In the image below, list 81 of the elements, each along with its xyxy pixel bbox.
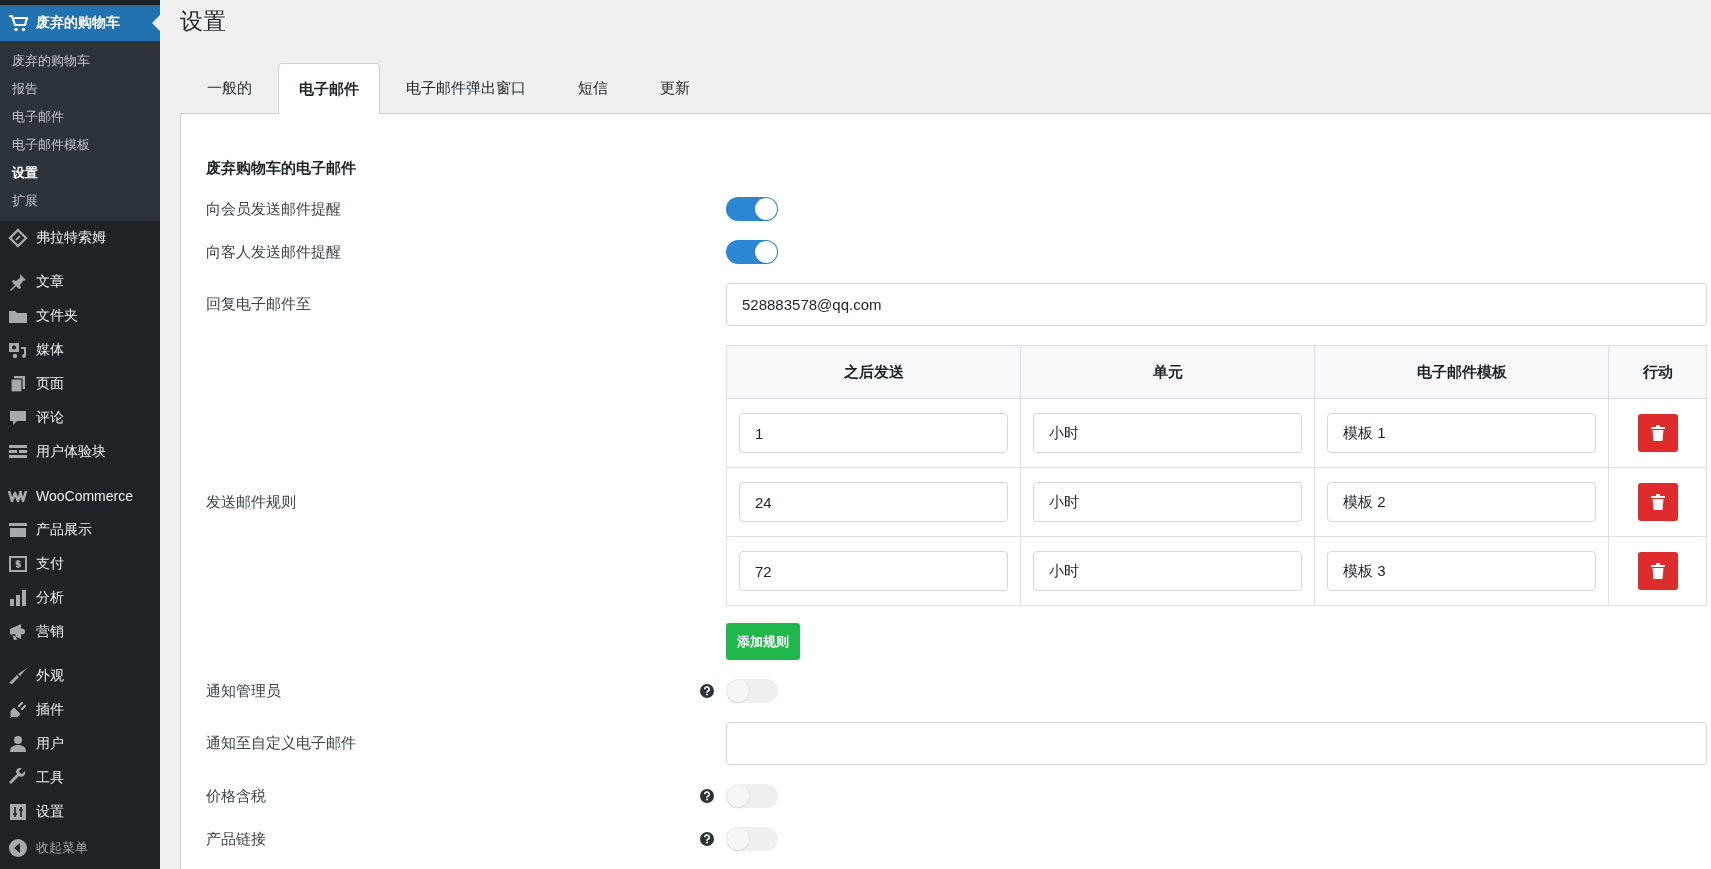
column-header: 电子邮件模板 (1314, 345, 1609, 399)
sidebar-menu-item[interactable]: 评论 (0, 401, 160, 435)
sidebar-menu-item[interactable]: 营销 (0, 615, 160, 649)
delete-button[interactable] (1637, 552, 1678, 590)
section-heading: 废弃购物车的电子邮件 (206, 158, 356, 178)
submenu-item[interactable]: 废弃的购物车 (0, 47, 160, 75)
settings-tab[interactable]: 电子邮件 (278, 63, 380, 114)
template-field[interactable]: 模板 3 (1327, 551, 1596, 591)
template-field[interactable]: 模板 2 (1327, 482, 1596, 522)
template-field[interactable]: 模板 1 (1327, 413, 1596, 453)
sidebar-menu-item[interactable]: WooCommerce (0, 479, 160, 513)
user-icon (8, 734, 28, 754)
paintbrush-icon (8, 666, 28, 686)
comment-icon (8, 408, 28, 428)
trash-icon (1650, 563, 1665, 579)
cart-icon (8, 13, 28, 33)
toggle-switch[interactable] (726, 784, 778, 808)
sidebar-menu-item[interactable]: 产品展示 (0, 513, 160, 547)
sidebar-menu-item[interactable]: 媒体 (0, 333, 160, 367)
email-field[interactable]: 528883578@qq.com (726, 283, 1707, 326)
sidebar-menu-item[interactable]: 弗拉特索姆 (0, 221, 160, 255)
sidebar-menu-item[interactable]: 外观 (0, 659, 160, 693)
sidebar-menu-item[interactable]: 用户体验块 (0, 435, 160, 469)
submenu-item[interactable]: 电子邮件 (0, 103, 160, 131)
column-header: 单元 (1020, 345, 1315, 399)
column-header: 之后发送 (726, 345, 1021, 399)
column-header: 行动 (1608, 345, 1707, 399)
submenu-item[interactable]: 报告 (0, 75, 160, 103)
collapse-menu-button[interactable]: 收起菜单 (0, 831, 160, 865)
delay-field[interactable]: 72 (739, 551, 1008, 591)
settings-tab[interactable]: 一般的 (181, 63, 278, 113)
toggle-switch[interactable] (726, 679, 778, 703)
pages-icon (8, 374, 28, 394)
setting-label: 通知至自定义电子邮件 (206, 734, 356, 753)
settings-tab[interactable]: 电子邮件弹出窗口 (380, 63, 552, 113)
setting-label: 发送邮件规则 (206, 493, 296, 512)
sidebar-menu-item[interactable]: 支付 (0, 547, 160, 581)
media-icon (8, 340, 28, 360)
sidebar-menu-item[interactable]: 文章 (0, 265, 160, 299)
toggle-switch[interactable] (726, 240, 778, 264)
submenu-item[interactable]: 扩展 (0, 187, 160, 215)
email-field[interactable] (726, 722, 1707, 765)
setting-label: 产品链接 (206, 829, 266, 849)
page-title: 设置 (180, 7, 226, 36)
sidebar-menu-item[interactable]: 废弃的购物车 (0, 5, 160, 41)
delete-button[interactable] (1637, 414, 1678, 452)
sidebar-menu-item[interactable]: 用户 (0, 727, 160, 761)
bar-chart-icon (8, 588, 28, 608)
unit-field[interactable]: 小时 (1033, 413, 1302, 453)
pushpin-icon (8, 272, 28, 292)
settings-tab[interactable]: 短信 (552, 63, 634, 113)
setting-label: 向会员发送邮件提醒 (206, 199, 341, 219)
toggle-switch[interactable] (726, 827, 778, 851)
sidebar-menu-item[interactable]: 分析 (0, 581, 160, 615)
sidebar-menu-item[interactable]: 文件夹 (0, 299, 160, 333)
toggle-switch[interactable] (726, 197, 778, 221)
sidebar-menu-item[interactable]: 插件 (0, 693, 160, 727)
trash-icon (1650, 425, 1665, 441)
sidebar-menu-item[interactable]: 页面 (0, 367, 160, 401)
setting-label: 向客人发送邮件提醒 (206, 242, 341, 262)
megaphone-icon (8, 622, 28, 642)
unit-field[interactable]: 小时 (1033, 551, 1302, 591)
plug-icon (8, 700, 28, 720)
sidebar-menu-item[interactable]: 工具 (0, 761, 160, 795)
archive-box-icon (8, 520, 28, 540)
sidebar-menu-item[interactable]: 设置 (0, 795, 160, 829)
diamond-icon (8, 228, 28, 248)
sliders-icon (8, 802, 28, 822)
delete-button[interactable] (1637, 483, 1678, 521)
submenu-item[interactable]: 设置 (0, 159, 160, 187)
submenu-item[interactable]: 电子邮件模板 (0, 131, 160, 159)
trash-icon (1650, 494, 1665, 510)
dollar-box-icon (8, 554, 28, 574)
settings-tab[interactable]: 更新 (634, 63, 716, 113)
delay-field[interactable]: 1 (739, 413, 1008, 453)
left-arrow-circle-icon (8, 838, 28, 858)
setting-label: 价格含税 (206, 786, 266, 806)
setting-label: 回复电子邮件至 (206, 295, 311, 314)
setting-label: 通知管理员 (206, 681, 281, 701)
unit-field[interactable]: 小时 (1033, 482, 1302, 522)
delay-field[interactable]: 24 (739, 482, 1008, 522)
